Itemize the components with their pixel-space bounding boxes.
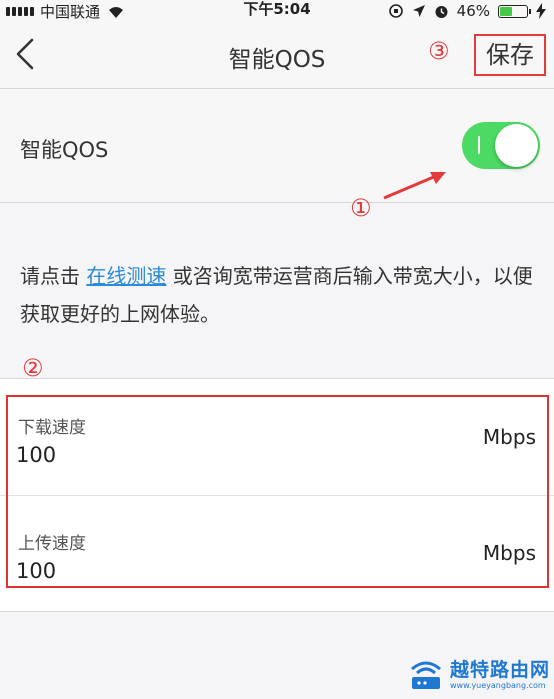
status-bar: 中国联通 下午5:04 46% <box>0 0 554 22</box>
charging-icon <box>536 3 546 19</box>
alarm-icon <box>435 5 448 18</box>
annotation-arrow-icon <box>383 172 446 200</box>
status-right: 46% <box>388 0 546 22</box>
upload-speed-input[interactable] <box>16 555 316 587</box>
qos-toggle[interactable] <box>462 122 540 169</box>
nav-bar: 智能QOS ③ 保存 <box>0 22 554 89</box>
toggle-knob <box>495 124 538 167</box>
save-button[interactable]: 保存 <box>474 34 546 76</box>
download-speed-input[interactable] <box>16 439 316 471</box>
annotation-three: ③ <box>428 37 450 65</box>
qos-label: 智能QOS <box>20 138 109 162</box>
annotation-one: ① <box>350 194 372 222</box>
bandwidth-description: 请点击 在线测速 或咨询宽带运营商后输入带宽大小，以便获取更好的上网体验。 <box>20 257 535 333</box>
battery-icon <box>498 4 531 18</box>
toggle-on-mark <box>478 136 480 154</box>
watermark-logo-icon <box>411 661 441 689</box>
download-speed-label: 下载速度 <box>18 418 86 438</box>
orientation-lock-icon <box>388 4 403 18</box>
qos-toggle-row: 智能QOS <box>0 89 554 203</box>
watermark: 越特路由网 www.yueyangbang.com <box>404 653 550 697</box>
upload-speed-unit: Mbps <box>482 541 536 565</box>
download-speed-unit: Mbps <box>482 425 536 449</box>
page-title: 智能QOS <box>228 47 326 73</box>
annotation-two: ② <box>22 354 44 382</box>
watermark-url: www.yueyangbang.com <box>450 681 546 690</box>
watermark-name: 越特路由网 <box>450 659 551 681</box>
battery-percent: 46% <box>456 2 490 20</box>
location-icon <box>412 5 425 17</box>
bandwidth-form: 下载速度 Mbps 上传速度 Mbps <box>0 378 554 612</box>
description-prefix: 请点击 <box>20 264 87 288</box>
upload-speed-label: 上传速度 <box>18 534 86 554</box>
download-speed-field: 下载速度 Mbps <box>0 379 554 496</box>
upload-speed-field: 上传速度 Mbps <box>0 495 554 611</box>
speed-test-link[interactable]: 在线测速 <box>86 264 166 288</box>
